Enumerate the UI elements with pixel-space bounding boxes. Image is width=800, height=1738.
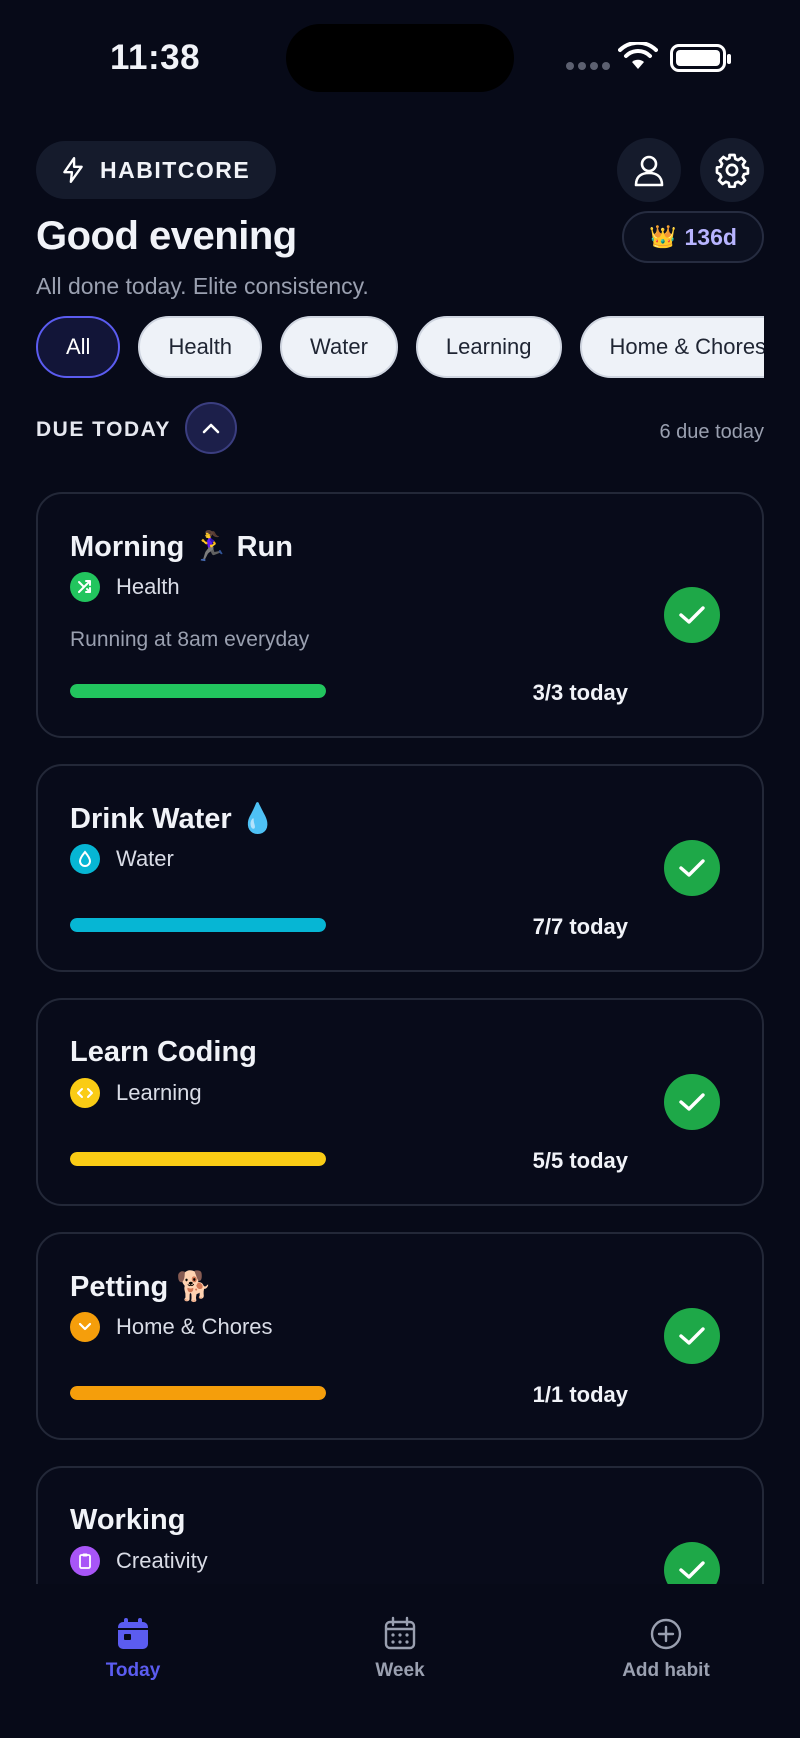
chevron-down-icon xyxy=(70,1312,100,1342)
habit-progress-bar xyxy=(70,918,326,932)
habit-description: Running at 8am everyday xyxy=(70,628,310,651)
habit-category-label: Creativity xyxy=(116,1548,208,1573)
status-time: 11:38 xyxy=(110,38,201,77)
brand-label: HABITCORE xyxy=(100,156,251,183)
habit-category: Water xyxy=(70,844,174,874)
habit-progress-bar xyxy=(70,1152,326,1166)
wifi-icon xyxy=(618,42,658,69)
tab-add-habit-label: Add habit xyxy=(622,1660,710,1681)
habit-category: Health xyxy=(70,572,180,602)
habit-complete-toggle[interactable] xyxy=(664,1308,720,1364)
category-filter-bar: All Health Water Learning Home & Chores xyxy=(36,316,764,378)
bottom-navigation: Today Week Add habit xyxy=(0,1584,800,1738)
habit-category-label: Water xyxy=(116,846,174,871)
filter-chip-water[interactable]: Water xyxy=(280,316,398,378)
habit-progress-label: 3/3 today xyxy=(532,680,628,705)
habit-progress-label: 7/7 today xyxy=(532,914,628,939)
habit-card[interactable]: Working Creativity xyxy=(36,1466,764,1584)
chevron-up-icon xyxy=(202,423,220,434)
dynamic-island xyxy=(286,24,514,92)
habit-category-label: Home & Chores xyxy=(116,1314,273,1339)
habit-card[interactable]: Petting 🐕 Home & Chores 1/1 today xyxy=(36,1232,764,1440)
filter-chip-all[interactable]: All xyxy=(36,316,121,378)
habit-card[interactable]: Drink Water 💧 Water 7/7 today xyxy=(36,764,764,972)
habit-list: Morning 🏃‍♀️ Run Health Running at 8am e… xyxy=(36,492,764,1584)
habit-title: Working xyxy=(70,1504,186,1536)
collapse-section-button[interactable] xyxy=(185,402,237,454)
checkmark-icon xyxy=(679,1561,705,1579)
habit-category-label: Health xyxy=(116,574,180,599)
droplet-icon xyxy=(70,844,100,874)
tab-add-habit[interactable]: Add habit xyxy=(586,1616,746,1682)
cellular-signal-icon xyxy=(566,62,610,70)
streak-value: 136d xyxy=(684,223,737,250)
filter-chip-home-chores[interactable]: Home & Chores xyxy=(579,316,764,378)
habit-category: Learning xyxy=(70,1078,202,1108)
brand-badge: HABITCORE xyxy=(36,141,277,199)
user-icon xyxy=(634,155,664,187)
habit-title: Morning 🏃‍♀️ Run xyxy=(70,531,293,563)
checkmark-icon xyxy=(679,1093,705,1111)
checkmark-icon xyxy=(679,859,705,877)
habit-progress-label: 5/5 today xyxy=(532,1148,628,1173)
tab-week[interactable]: Week xyxy=(320,1616,480,1682)
habit-title: Petting 🐕 xyxy=(70,1271,213,1303)
checkmark-icon xyxy=(679,606,705,624)
habit-progress-bar xyxy=(70,1386,326,1400)
habit-progress-label: 1/1 today xyxy=(532,1382,628,1407)
status-bar: 11:38 xyxy=(0,0,800,120)
tab-today-label: Today xyxy=(105,1660,161,1681)
habit-complete-toggle[interactable] xyxy=(664,1542,720,1584)
settings-button[interactable] xyxy=(700,138,764,202)
habit-category-label: Learning xyxy=(116,1080,202,1105)
due-count: 6 due today xyxy=(659,421,764,443)
clipboard-icon xyxy=(70,1546,100,1576)
tab-today[interactable]: Today xyxy=(53,1616,213,1682)
habit-title: Drink Water 💧 xyxy=(70,803,276,835)
calendar-grid-icon xyxy=(384,1616,416,1650)
habit-title: Learn Coding xyxy=(70,1036,257,1068)
shuffle-icon xyxy=(70,572,100,602)
habit-complete-toggle[interactable] xyxy=(664,840,720,896)
section-title-due-today: DUE TODAY xyxy=(36,418,171,441)
habit-category: Home & Chores xyxy=(70,1312,273,1342)
gear-icon xyxy=(715,153,750,188)
code-icon xyxy=(70,1078,100,1108)
plus-circle-icon xyxy=(650,1618,682,1650)
tab-week-label: Week xyxy=(375,1660,425,1681)
crown-icon: 👑 xyxy=(649,224,677,249)
checkmark-icon xyxy=(679,1327,705,1345)
filter-chip-learning[interactable]: Learning xyxy=(415,316,562,378)
habit-category: Creativity xyxy=(70,1546,208,1576)
habit-progress-bar xyxy=(70,684,326,698)
habit-complete-toggle[interactable] xyxy=(664,1074,720,1130)
lightning-icon xyxy=(63,156,83,184)
greeting-subtitle: All done today. Elite consistency. xyxy=(36,273,369,299)
profile-button[interactable] xyxy=(617,138,681,202)
habit-complete-toggle[interactable] xyxy=(664,587,720,643)
filter-chip-health[interactable]: Health xyxy=(138,316,263,378)
streak-badge[interactable]: 👑 136d xyxy=(622,211,764,263)
habit-card[interactable]: Morning 🏃‍♀️ Run Health Running at 8am e… xyxy=(36,492,764,738)
calendar-filled-icon xyxy=(118,1618,148,1649)
habit-card[interactable]: Learn Coding Learning 5/5 today xyxy=(36,998,764,1206)
greeting-title: Good evening xyxy=(36,214,297,258)
battery-icon xyxy=(670,44,731,72)
